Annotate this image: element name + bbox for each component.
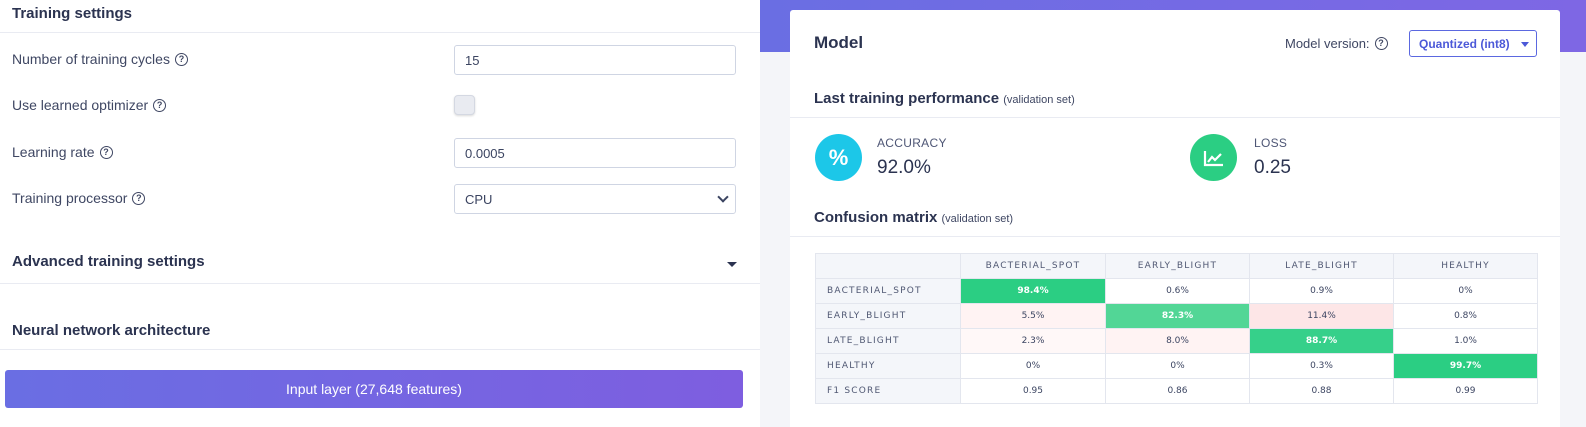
table-row: EARLY_BLIGHT 5.5% 82.3% 11.4% 0.8% (815, 303, 1538, 329)
table-cell: 0% (960, 353, 1106, 379)
divider (0, 32, 760, 33)
nn-architecture-title: Neural network architecture (12, 322, 211, 339)
question-circle-icon[interactable]: ? (132, 191, 146, 205)
table-cell: 0.8% (1393, 303, 1538, 329)
column-header: LATE_BLIGHT (1249, 253, 1394, 279)
learning-rate-label: Learning rate ? (12, 144, 113, 160)
table-row: BACTERIAL_SPOT 98.4% 0.6% 0.9% 0% (815, 278, 1538, 304)
table-corner-cell (815, 253, 961, 279)
training-cycles-label: Number of training cycles ? (12, 51, 188, 67)
table-cell: 0.95 (960, 378, 1106, 404)
loss-label: LOSS (1254, 136, 1288, 150)
column-header: HEALTHY (1393, 253, 1538, 279)
table-row: F1 SCORE 0.95 0.86 0.88 0.99 (815, 378, 1538, 404)
training-settings-title: Training settings (12, 5, 133, 22)
chart-line-icon-svg (1203, 150, 1223, 166)
table-row: LATE_BLIGHT 2.3% 8.0% 88.7% 1.0% (815, 328, 1538, 354)
accuracy-label: ACCURACY (877, 136, 947, 150)
training-settings-panel: Training settings Number of training cyc… (0, 0, 760, 427)
training-cycles-input[interactable]: 15 (454, 45, 736, 75)
chart-line-icon (1190, 134, 1237, 181)
table-cell: 2.3% (960, 328, 1106, 354)
divider (0, 283, 760, 284)
table-cell: 99.7% (1393, 353, 1538, 379)
confusion-matrix-table: BACTERIAL_SPOT EARLY_BLIGHT LATE_BLIGHT … (815, 253, 1538, 404)
column-header: BACTERIAL_SPOT (960, 253, 1106, 279)
loss-value: 0.25 (1254, 157, 1291, 178)
caret-down-icon[interactable] (727, 262, 737, 267)
model-title: Model (814, 33, 864, 52)
row-header: F1 SCORE (815, 378, 961, 404)
model-version-label: Model version: ? (1285, 36, 1388, 51)
table-cell: 11.4% (1249, 303, 1394, 329)
model-version-select[interactable]: Quantized (int8) (1409, 30, 1537, 57)
table-cell: 0.6% (1105, 278, 1250, 304)
divider (790, 236, 1560, 237)
question-circle-icon[interactable]: ? (174, 52, 188, 66)
table-cell: 0.86 (1105, 378, 1250, 404)
row-header: HEALTHY (815, 353, 961, 379)
row-header: EARLY_BLIGHT (815, 303, 961, 329)
divider (0, 349, 760, 350)
table-cell: 0.99 (1393, 378, 1538, 404)
accuracy-value: 92.0% (877, 157, 931, 178)
question-circle-icon[interactable]: ? (99, 145, 113, 159)
learned-optimizer-checkbox[interactable] (454, 95, 475, 115)
table-cell: 0% (1105, 353, 1250, 379)
advanced-settings-toggle[interactable]: Advanced training settings (12, 253, 205, 270)
caret-down-icon (1521, 42, 1529, 47)
table-cell: 8.0% (1105, 328, 1250, 354)
chevron-down-icon (717, 191, 729, 203)
table-cell: 5.5% (960, 303, 1106, 329)
confusion-matrix-title: Confusion matrix (validation set) (814, 209, 1014, 226)
question-circle-icon[interactable]: ? (153, 98, 167, 112)
table-cell: 0.3% (1249, 353, 1394, 379)
table-cell: 0.88 (1249, 378, 1394, 404)
row-header: LATE_BLIGHT (815, 328, 961, 354)
learned-optimizer-label: Use learned optimizer ? (12, 97, 167, 113)
percent-icon: % (815, 134, 862, 181)
divider (790, 117, 1560, 118)
learning-rate-input[interactable]: 0.0005 (454, 138, 736, 168)
row-header: BACTERIAL_SPOT (815, 278, 961, 304)
table-header-row: BACTERIAL_SPOT EARLY_BLIGHT LATE_BLIGHT … (815, 253, 1538, 279)
table-row: HEALTHY 0% 0% 0.3% 99.7% (815, 353, 1538, 379)
table-cell: 98.4% (960, 278, 1106, 304)
question-circle-icon[interactable]: ? (1374, 37, 1388, 50)
training-processor-label: Training processor ? (12, 190, 146, 206)
input-layer-button[interactable]: Input layer (27,648 features) (5, 370, 743, 408)
last-training-performance-title: Last training performance (validation se… (814, 90, 1075, 107)
column-header: EARLY_BLIGHT (1105, 253, 1250, 279)
table-cell: 88.7% (1249, 328, 1394, 354)
table-cell: 0% (1393, 278, 1538, 304)
training-processor-select[interactable]: CPU (454, 184, 736, 214)
table-cell: 82.3% (1105, 303, 1250, 329)
table-cell: 1.0% (1393, 328, 1538, 354)
table-cell: 0.9% (1249, 278, 1394, 304)
